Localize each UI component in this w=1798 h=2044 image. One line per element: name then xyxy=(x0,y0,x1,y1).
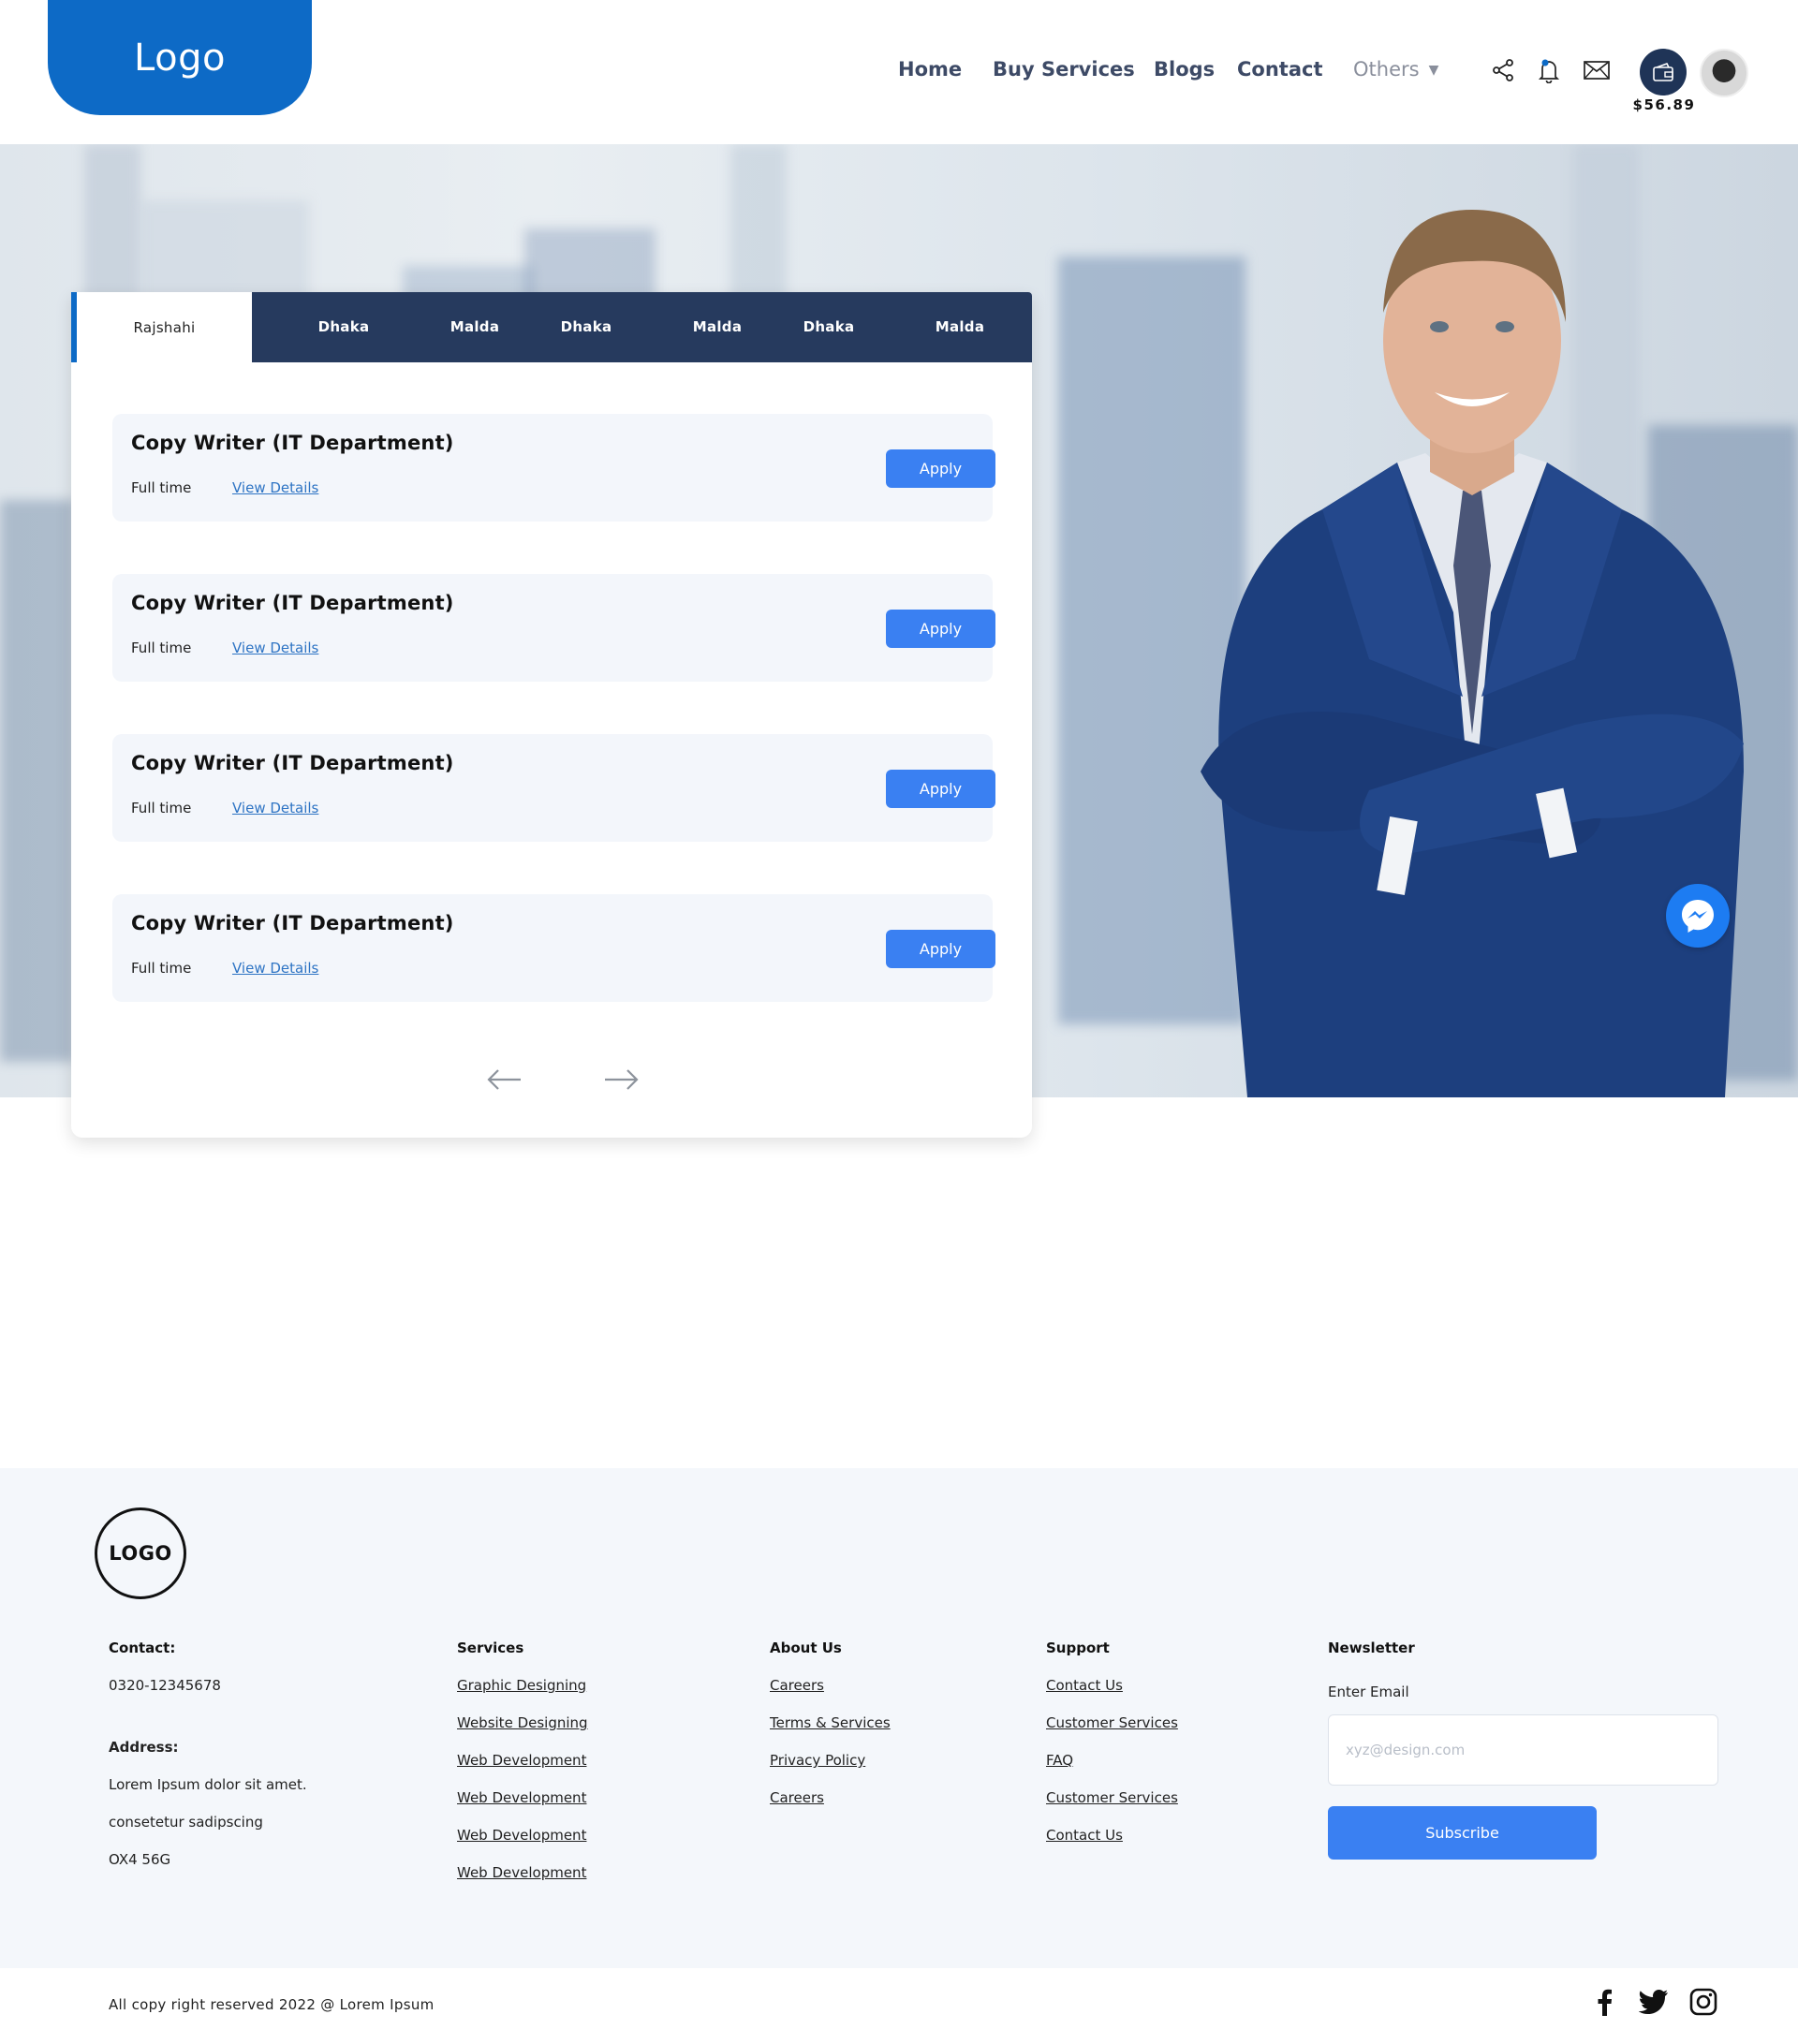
footer-link[interactable]: Privacy Policy xyxy=(770,1752,865,1769)
copyright-text: All copy right reserved 2022 @ Lorem Ips… xyxy=(109,1996,435,2013)
contact-heading: Contact: xyxy=(109,1640,176,1656)
address-heading: Address: xyxy=(109,1739,179,1756)
share-icon[interactable] xyxy=(1487,54,1519,86)
location-tabs: Rajshahi Dhaka Malda Dhaka Malda Dhaka M… xyxy=(71,292,1032,362)
nav-home[interactable]: Home xyxy=(898,58,962,81)
newsletter-heading: Newsletter xyxy=(1328,1640,1415,1656)
wallet-balance: $56.89 xyxy=(1632,96,1696,113)
tab-malda[interactable]: Malda xyxy=(936,292,985,362)
footer-link[interactable]: Web Development xyxy=(457,1752,586,1769)
footer-link[interactable]: Website Designing xyxy=(457,1714,588,1731)
footer-link[interactable]: Web Development xyxy=(457,1827,586,1844)
email-label: Enter Email xyxy=(1328,1684,1409,1700)
footer-link[interactable]: Careers xyxy=(770,1789,824,1806)
job-listing: Copy Writer (IT Department) Full time Vi… xyxy=(112,414,995,522)
nav-blogs[interactable]: Blogs xyxy=(1154,58,1215,81)
view-details-link[interactable]: View Details xyxy=(232,479,318,496)
apply-button[interactable]: Apply xyxy=(886,610,995,648)
footer-link[interactable]: Web Development xyxy=(457,1864,586,1881)
footer-link[interactable]: Terms & Services xyxy=(770,1714,891,1731)
job-listing: Copy Writer (IT Department) Full time Vi… xyxy=(112,894,995,1002)
tab-dhaka[interactable]: Dhaka xyxy=(561,292,612,362)
footer-link[interactable]: Graphic Designing xyxy=(457,1677,586,1694)
apply-button[interactable]: Apply xyxy=(886,449,995,488)
wallet-button[interactable] xyxy=(1640,49,1687,96)
businessman-photo xyxy=(1201,210,1744,1097)
view-details-link[interactable]: View Details xyxy=(232,640,318,656)
job-type: Full time xyxy=(131,640,192,656)
logo[interactable]: Logo xyxy=(48,0,312,115)
about-heading: About Us xyxy=(770,1640,842,1656)
copyright-bar: All copy right reserved 2022 @ Lorem Ips… xyxy=(0,1968,1798,2044)
tab-dhaka[interactable]: Dhaka xyxy=(803,292,855,362)
footer-link[interactable]: Customer Services xyxy=(1046,1714,1178,1731)
job-listing: Copy Writer (IT Department) Full time Vi… xyxy=(112,734,995,842)
arrow-left-icon[interactable] xyxy=(485,1066,523,1094)
support-heading: Support xyxy=(1046,1640,1110,1656)
messenger-icon[interactable] xyxy=(1666,884,1730,948)
address-line: Lorem Ipsum dolor sit amet. xyxy=(109,1776,307,1793)
nav-others[interactable]: Others ▼ xyxy=(1353,58,1438,81)
nav-others-label: Others xyxy=(1353,58,1420,81)
footer-about: About Us Careers Terms & Services Privac… xyxy=(770,1640,891,1806)
view-details-link[interactable]: View Details xyxy=(232,800,318,816)
bell-icon[interactable] xyxy=(1533,54,1565,86)
contact-phone: 0320-12345678 xyxy=(109,1677,221,1694)
job-type: Full time xyxy=(131,479,192,496)
footer-link[interactable]: Web Development xyxy=(457,1789,586,1806)
services-heading: Services xyxy=(457,1640,524,1656)
logo-text: Logo xyxy=(134,36,226,80)
job-title: Copy Writer (IT Department) xyxy=(131,432,454,454)
footer-logo[interactable]: LOGO xyxy=(95,1507,186,1599)
footer-link[interactable]: Contact Us xyxy=(1046,1827,1123,1844)
tab-dhaka[interactable]: Dhaka xyxy=(318,292,370,362)
site-header: Logo Home Buy Services Blogs Contact Oth… xyxy=(0,0,1798,144)
job-type: Full time xyxy=(131,800,192,816)
jobs-card: Rajshahi Dhaka Malda Dhaka Malda Dhaka M… xyxy=(71,292,1032,1138)
twitter-icon[interactable] xyxy=(1637,1985,1671,2019)
nav-buy-services[interactable]: Buy Services xyxy=(993,58,1135,81)
tab-malda[interactable]: Malda xyxy=(450,292,500,362)
apply-button[interactable]: Apply xyxy=(886,930,995,968)
footer-link[interactable]: FAQ xyxy=(1046,1752,1073,1769)
footer-link[interactable]: Careers xyxy=(770,1677,824,1694)
apply-button[interactable]: Apply xyxy=(886,770,995,808)
job-title: Copy Writer (IT Department) xyxy=(131,592,454,614)
avatar[interactable] xyxy=(1700,49,1748,97)
nav-contact[interactable]: Contact xyxy=(1237,58,1323,81)
facebook-icon[interactable] xyxy=(1587,1985,1621,2019)
mail-icon[interactable] xyxy=(1581,54,1613,86)
footer-link[interactable]: Customer Services xyxy=(1046,1789,1178,1806)
footer-contact: Contact: 0320-12345678 Address: Lorem Ip… xyxy=(109,1640,307,1868)
job-type: Full time xyxy=(131,960,192,977)
tab-rajshahi[interactable]: Rajshahi xyxy=(71,292,252,362)
view-details-link[interactable]: View Details xyxy=(232,960,318,977)
job-listing: Copy Writer (IT Department) Full time Vi… xyxy=(112,574,995,682)
site-footer: LOGO Contact: 0320-12345678 Address: Lor… xyxy=(0,1468,1798,1968)
wallet-icon xyxy=(1653,63,1673,81)
caret-down-icon: ▼ xyxy=(1428,63,1439,78)
tab-malda[interactable]: Malda xyxy=(693,292,743,362)
address-line: consetetur sadipscing xyxy=(109,1814,263,1831)
footer-services: Services Graphic Designing Website Desig… xyxy=(457,1640,588,1881)
instagram-icon[interactable] xyxy=(1687,1985,1720,2019)
arrow-right-icon[interactable] xyxy=(603,1066,641,1094)
job-title: Copy Writer (IT Department) xyxy=(131,752,454,774)
subscribe-button[interactable]: Subscribe xyxy=(1328,1806,1597,1860)
footer-link[interactable]: Contact Us xyxy=(1046,1677,1123,1694)
footer-support: Support Contact Us Customer Services FAQ… xyxy=(1046,1640,1178,1844)
job-title: Copy Writer (IT Department) xyxy=(131,912,454,934)
footer-newsletter: Newsletter Enter Email Subscribe xyxy=(1328,1640,1718,1860)
address-line: OX4 56G xyxy=(109,1851,171,1868)
email-field[interactable] xyxy=(1328,1714,1718,1786)
